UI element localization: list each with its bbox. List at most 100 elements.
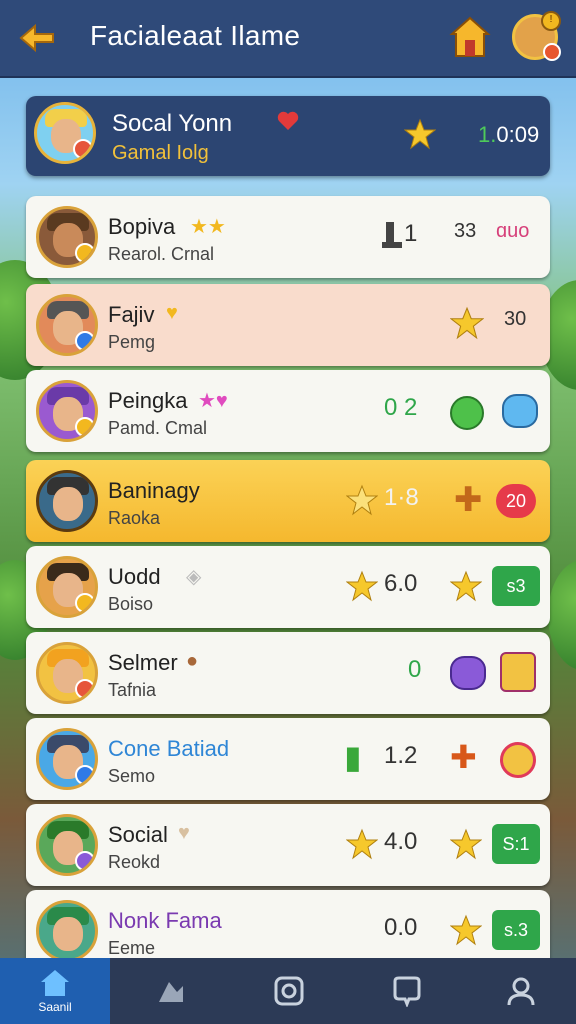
nav-home[interactable]: Saanil: [0, 958, 110, 1024]
player-name: Selmer: [108, 650, 178, 675]
top-bar: Facialeaat Ilame !: [0, 0, 576, 78]
cross-icon: ✚: [450, 739, 477, 775]
trophy-icon: [382, 222, 402, 248]
list-item[interactable]: Social ♥ Reokd 4.0 S:1: [26, 804, 550, 886]
player-name: Fajiv: [108, 302, 155, 327]
camera-icon: [274, 976, 304, 1006]
star-icon: [346, 828, 378, 860]
list-item[interactable]: Fajiv ♥ Pemg 30: [26, 284, 550, 366]
avatar: [36, 642, 98, 704]
avatar: [36, 206, 98, 268]
player-subtitle: Tafnia: [108, 680, 157, 700]
avatar: [36, 814, 98, 876]
heart-icon: [277, 111, 299, 130]
player-name: Peingka: [108, 388, 188, 413]
score-a: 0.0: [384, 914, 418, 941]
score-c[interactable]: s.3: [492, 910, 540, 950]
heart-icon: ♥: [166, 302, 178, 324]
score-a: 4.0: [384, 828, 418, 855]
player-subtitle: Pemg: [108, 332, 156, 352]
user-icon: [507, 977, 535, 1006]
bottle-icon: ▮: [344, 739, 362, 775]
avatar: [36, 728, 98, 790]
player-name: Socal Yonn: [112, 110, 233, 137]
avatar: [36, 380, 98, 442]
star-icon: [450, 828, 482, 860]
player-time: 1.0:09: [478, 122, 540, 147]
score-c[interactable]: S:1: [492, 824, 540, 864]
page-title: Facialeaat Ilame: [90, 20, 301, 51]
star-icon: [346, 570, 378, 602]
cookie-icon: ●: [186, 650, 199, 672]
star-icon: [450, 306, 484, 340]
notification-badge: !: [541, 11, 561, 31]
nav-map[interactable]: [116, 958, 226, 1024]
score-a: 0 2: [384, 394, 418, 421]
back-button[interactable]: [14, 18, 60, 58]
player-subtitle: Gamal Iolg: [112, 142, 209, 164]
list-item[interactable]: Peingka ★♥ Pamd. Cmal 0 2: [26, 370, 550, 452]
player-name: Cone Batiad: [108, 736, 230, 761]
star-icon: [404, 118, 436, 150]
profile-avatar-button[interactable]: !: [512, 11, 561, 61]
bottom-nav: Saanil: [0, 958, 576, 1024]
heart-icon: ♥: [178, 822, 190, 844]
score-a: 6.0: [384, 570, 418, 597]
list-item[interactable]: Bopiva ★★ Rearol. Crnal 1 33 ɑuo: [26, 196, 550, 278]
avatar: [36, 470, 98, 532]
nav-camera[interactable]: [234, 958, 344, 1024]
medal-icon: [500, 742, 536, 778]
player-subtitle: Semo: [108, 766, 156, 786]
player-subtitle: Boiso: [108, 594, 154, 614]
player-subtitle: Raoka: [108, 508, 161, 528]
smile-icon: [450, 396, 484, 430]
player-name: Baninagy: [108, 478, 200, 503]
player-name: Social: [108, 822, 168, 847]
score-a: 1: [404, 220, 418, 247]
score-b: 30: [504, 308, 527, 330]
home-button[interactable]: [448, 14, 492, 60]
star-icon: [450, 914, 482, 946]
player-subtitle: Reokd: [108, 852, 161, 872]
back-arrow-icon: [19, 23, 54, 53]
shield-icon: ◈: [186, 566, 202, 588]
card-icon: [500, 652, 536, 692]
star-icon: [346, 484, 378, 516]
score-a: 1.2: [384, 742, 418, 769]
puzzle-icon: [450, 656, 486, 690]
score-a: 0: [408, 656, 422, 683]
current-player-card[interactable]: Socal Yonn Gamal Iolg 1.0:09: [26, 96, 550, 176]
nav-home-label: Saanil: [38, 1000, 72, 1014]
nav-profile[interactable]: [466, 958, 576, 1024]
score-a: 1·8: [384, 484, 419, 511]
list-item[interactable]: Cone Batiad Semo ▮ 1.2 ✚: [26, 718, 550, 800]
score-c[interactable]: s3: [492, 566, 540, 606]
score-c: 20: [496, 484, 536, 518]
player-subtitle: Pamd. Cmal: [108, 418, 208, 438]
avatar: [36, 556, 98, 618]
puzzle-icon: [502, 394, 538, 428]
star-icon: [450, 570, 482, 602]
avatar: [36, 294, 98, 356]
home-icon: [41, 970, 69, 996]
list-item[interactable]: Selmer ● Tafnia 0: [26, 632, 550, 714]
player-name: Uodd: [108, 564, 161, 589]
cross-icon: ✚: [454, 481, 483, 519]
score-c: ɑuo: [496, 220, 530, 242]
avatar: [36, 900, 98, 962]
star-icon: ★★: [190, 216, 226, 238]
player-subtitle: Rearol. Crnal: [108, 244, 215, 264]
status-dot: [543, 43, 561, 61]
list-item[interactable]: Uodd ◈ Boiso 6.0 s3: [26, 546, 550, 628]
nav-chat[interactable]: [352, 958, 462, 1024]
list-item[interactable]: Baninagy Raoka 1·8 ✚ 20: [26, 460, 550, 542]
player-name: Nonk Fama: [108, 908, 222, 933]
player-name: Bopiva: [108, 214, 176, 239]
player-subtitle: Eeme: [108, 938, 156, 958]
map-icon: [159, 982, 183, 1002]
heart-icon: ★♥: [198, 390, 228, 412]
score-b: 33: [454, 220, 477, 242]
avatar: [34, 102, 96, 164]
chat-icon: [393, 976, 421, 1007]
home-icon: [449, 16, 491, 57]
